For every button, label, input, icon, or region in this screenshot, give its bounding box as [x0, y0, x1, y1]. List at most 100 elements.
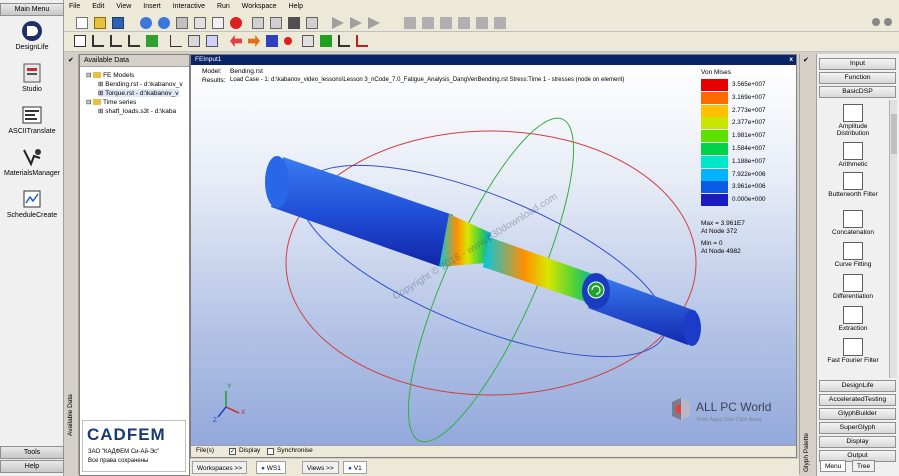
palette-scrollbar[interactable] [889, 100, 897, 378]
viewport-close-button[interactable]: x [789, 55, 793, 65]
palette-category-designlife[interactable]: DesignLife [819, 380, 896, 392]
print-preview-icon[interactable] [270, 17, 282, 29]
palette-scrollbar-thumb[interactable] [891, 114, 897, 154]
legend-swatch [701, 117, 728, 130]
glyph-differentiation[interactable]: Differentiation [823, 274, 883, 300]
peak-icon[interactable] [356, 35, 368, 47]
collapse-icon[interactable]: ⊟ [86, 99, 91, 106]
window-minimize-icon[interactable] [872, 18, 880, 26]
glyph-extraction[interactable]: Extraction [823, 306, 883, 332]
pin-icon[interactable]: ✔ [68, 56, 74, 64]
tab-v1[interactable]: ● V1 [343, 461, 367, 474]
palette-category-superglyph[interactable]: SuperGlyph [819, 422, 896, 434]
redo-icon[interactable] [158, 17, 170, 29]
glyph-concatenation[interactable]: Concatenation [823, 210, 883, 236]
iso-view-icon[interactable] [146, 35, 158, 47]
tree-item-bending[interactable]: ⊞ Bending.rst - d:\kabanov_v [98, 80, 183, 88]
glyph-amplitude-distribution[interactable]: Amplitude Distribution [823, 104, 883, 137]
cut-icon[interactable] [176, 17, 188, 29]
fit-view-icon[interactable] [74, 35, 86, 47]
legend-swatch [701, 194, 728, 207]
step-icon[interactable] [368, 17, 380, 29]
point-icon[interactable] [284, 37, 292, 45]
tab-menu[interactable]: Menu [820, 460, 847, 472]
stop-icon[interactable] [440, 17, 452, 29]
contour-icon[interactable] [320, 35, 332, 47]
menu-item-materialsmanager[interactable]: MaterialsManager [0, 146, 64, 177]
run-all-icon[interactable] [350, 17, 362, 29]
glyph-curve-fitting[interactable]: Curve Fitting [823, 242, 883, 268]
pin-icon[interactable]: ✔ [803, 56, 809, 64]
rotate-icon[interactable] [206, 35, 218, 47]
axes-icon[interactable] [170, 35, 182, 47]
palette-category-input[interactable]: Input [819, 58, 896, 70]
menu-item-studio[interactable]: Studio [0, 62, 64, 93]
glyph-fast-fourier-filter[interactable]: Fast Fourier Filter [823, 338, 883, 364]
next-icon[interactable] [458, 17, 470, 29]
menu-run[interactable]: Run [212, 0, 235, 14]
pan-left-icon[interactable] [230, 35, 242, 47]
tree-item-fe-models[interactable]: ⊟ FE Models [86, 71, 134, 79]
undo-icon[interactable] [140, 17, 152, 29]
glyph-arithmetic[interactable]: Arithmetic [823, 142, 883, 168]
workspaces-button[interactable]: Workspaces >> [192, 461, 248, 474]
glyph-icon[interactable] [288, 17, 300, 29]
new-icon[interactable] [76, 17, 88, 29]
tab-ws1[interactable]: ● WS1 [256, 461, 286, 474]
collapse-icon[interactable]: ⊟ [86, 72, 91, 79]
menu-insert[interactable]: Insert [138, 0, 166, 14]
zoom-in-icon[interactable] [266, 35, 278, 47]
glyph-palette-side-tab[interactable]: ✔ Glyph Palette [799, 54, 815, 474]
save-icon[interactable] [112, 17, 124, 29]
menu-item-asciitranslate[interactable]: ASCIITranslate [0, 104, 64, 135]
first-icon[interactable] [404, 17, 416, 29]
rotate-handle-icon[interactable] [587, 281, 605, 299]
tree-item-torque[interactable]: ⊞ Torque.rst - d:\kabanov_v [98, 89, 179, 97]
menu-view[interactable]: View [111, 0, 136, 14]
available-data-side-tab[interactable]: ✔ Available Data [66, 54, 79, 474]
menu-item-schedulecreate[interactable]: ScheduleCreate [0, 188, 64, 219]
palette-category-function[interactable]: Function [819, 72, 896, 84]
loop-icon[interactable] [494, 17, 506, 29]
palette-category-basicdsp[interactable]: BasicDSP [819, 86, 896, 98]
tab-tree[interactable]: Tree [852, 460, 876, 472]
menu-interactive[interactable]: Interactive [168, 0, 210, 14]
fe-viewport[interactable]: Model: Bending.rst Results: Load Case - … [191, 65, 796, 445]
files-label[interactable]: File(s) [196, 447, 214, 454]
cadfem-rights-line: Все права сохранены [88, 458, 149, 464]
display-label: Display [239, 447, 261, 454]
axis-xz-icon[interactable] [128, 35, 140, 47]
tree-item-time-series[interactable]: ⊟ Time series [86, 98, 136, 106]
synchronise-checkbox[interactable] [267, 448, 274, 455]
axis-xy-icon[interactable] [92, 35, 104, 47]
display-checkbox[interactable]: ✓ [229, 448, 236, 455]
graph-icon[interactable] [338, 35, 350, 47]
copy-icon[interactable] [194, 17, 206, 29]
last-icon[interactable] [476, 17, 488, 29]
help-button[interactable]: Help [0, 460, 64, 473]
settings-icon[interactable] [306, 17, 318, 29]
tools-button[interactable]: Tools [0, 446, 64, 459]
palette-category-acceleratedtesting[interactable]: AcceleratedTesting [819, 394, 896, 406]
menu-edit[interactable]: Edit [87, 0, 109, 14]
run-icon[interactable] [332, 17, 344, 29]
paste-icon[interactable] [212, 17, 224, 29]
tree-item-shaft-loads[interactable]: ⊞ shaft_loads.s3t - d:\kaba [98, 107, 176, 115]
pan-right-icon[interactable] [248, 35, 260, 47]
delete-icon[interactable] [230, 17, 242, 29]
probe-icon[interactable] [302, 35, 314, 47]
menu-file[interactable]: File [64, 0, 85, 14]
palette-category-display[interactable]: Display [819, 436, 896, 448]
palette-category-glyphbuilder[interactable]: GlyphBuilder [819, 408, 896, 420]
menu-help[interactable]: Help [284, 0, 308, 14]
window-close-icon[interactable] [884, 18, 892, 26]
glyph-butterworth-filter[interactable]: Butterworth Filter [823, 172, 883, 198]
open-icon[interactable] [94, 17, 106, 29]
mesh-icon[interactable] [188, 35, 200, 47]
menu-item-designlife[interactable]: DesignLife [0, 20, 64, 51]
views-button[interactable]: Views >> [302, 461, 339, 474]
axis-yz-icon[interactable] [110, 35, 122, 47]
previous-icon[interactable] [422, 17, 434, 29]
print-icon[interactable] [252, 17, 264, 29]
menu-workspace[interactable]: Workspace [237, 0, 282, 14]
